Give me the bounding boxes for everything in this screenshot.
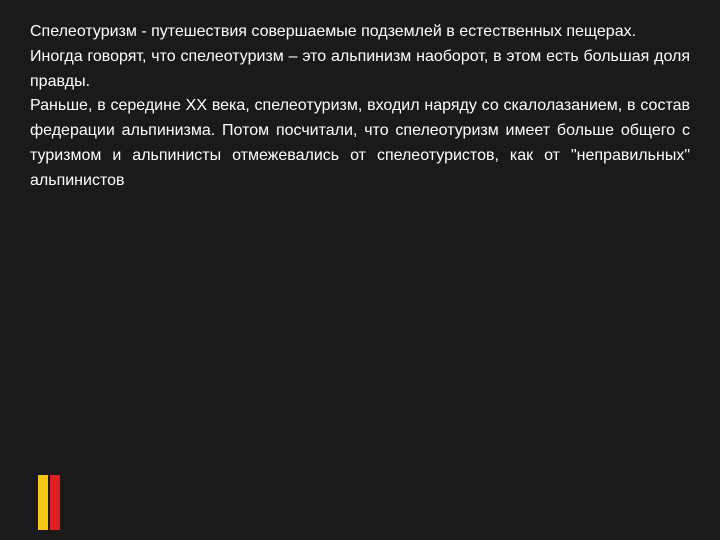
content-area: Спелеотуризм - путешествия совершаемые п… <box>0 0 720 540</box>
slide: Спелеотуризм - путешествия совершаемые п… <box>0 0 720 540</box>
main-paragraph: Спелеотуризм - путешествия совершаемые п… <box>30 20 690 194</box>
accent-red-block <box>50 475 60 530</box>
accent-yellow-block <box>38 475 48 530</box>
